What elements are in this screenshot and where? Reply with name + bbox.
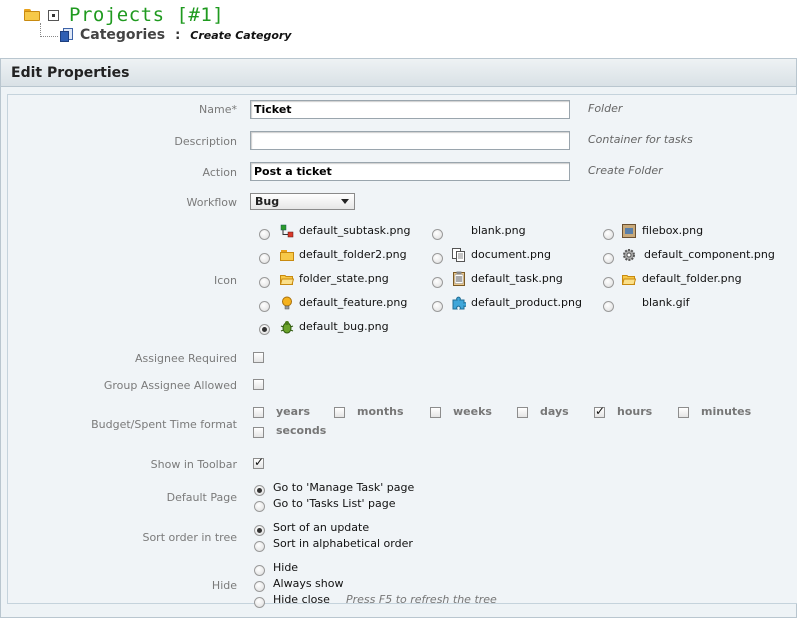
seconds-label: seconds	[276, 424, 327, 437]
icon-option-name: default_product.png	[471, 296, 582, 309]
hide-radio[interactable]	[254, 565, 265, 576]
budget-format-label: Budget/Spent Time format	[91, 418, 237, 431]
clipboard-icon	[452, 271, 466, 286]
open-folder-icon	[621, 272, 637, 286]
weeks-checkbox[interactable]	[430, 407, 441, 418]
seconds-checkbox[interactable]	[253, 427, 264, 438]
icon-label: Icon	[214, 274, 237, 287]
name-input[interactable]	[250, 100, 570, 119]
icon-option-name: filebox.png	[642, 224, 704, 237]
hide-label: Hide	[211, 579, 237, 592]
icon-option-name: blank.gif	[642, 296, 690, 309]
panel-title: Edit Properties	[1, 59, 796, 87]
action-label: Action	[202, 166, 237, 179]
folder-icon	[24, 9, 40, 21]
sort-by-update-radio[interactable]	[254, 525, 265, 536]
icon-radio-default-folder2[interactable]	[259, 253, 270, 264]
assignee-required-checkbox[interactable]	[253, 352, 264, 363]
icon-option-name: default_folder.png	[642, 272, 742, 285]
icon-radio-document[interactable]	[432, 253, 443, 264]
name-label: Name*	[199, 103, 237, 116]
years-label: years	[276, 405, 311, 418]
name-hint: Folder	[588, 102, 623, 115]
categories-icon	[60, 28, 74, 42]
minutes-label: minutes	[701, 405, 752, 418]
icon-option-name: default_task.png	[471, 272, 563, 285]
bug-icon	[280, 320, 294, 334]
default-page-option: Go to 'Tasks List' page	[273, 497, 396, 510]
months-label: months	[357, 405, 404, 418]
hours-checkbox[interactable]	[594, 404, 605, 418]
months-checkbox[interactable]	[334, 407, 345, 418]
days-checkbox[interactable]	[517, 407, 528, 418]
default-page-option: Go to 'Manage Task' page	[273, 481, 415, 494]
document-icon	[452, 248, 466, 262]
show-in-toolbar-label: Show in Toolbar	[150, 458, 237, 471]
action-input[interactable]	[250, 162, 570, 181]
hide-option: Hide	[273, 561, 299, 574]
workflow-selected-value: Bug	[255, 195, 280, 208]
group-assignee-allowed-checkbox[interactable]	[253, 379, 264, 390]
icon-option-name: default_folder2.png	[299, 248, 407, 261]
dropdown-arrow-icon	[341, 199, 349, 204]
default-page-label: Default Page	[166, 491, 237, 504]
lightbulb-icon	[280, 296, 294, 310]
icon-radio-default-folder[interactable]	[603, 277, 614, 288]
icon-option-name: default_subtask.png	[299, 224, 411, 237]
icon-option-name: folder_state.png	[299, 272, 389, 285]
description-hint: Container for tasks	[588, 133, 693, 146]
minutes-checkbox[interactable]	[678, 407, 689, 418]
icon-radio-blank-gif[interactable]	[603, 301, 614, 312]
project-title-link[interactable]: Projects [#1]	[69, 4, 224, 26]
icon-radio-default-task[interactable]	[432, 277, 443, 288]
tree-connector	[40, 23, 58, 37]
icon-option-name: default_bug.png	[299, 320, 389, 333]
icon-radio-default-bug[interactable]	[259, 324, 270, 335]
icon-radio-default-feature[interactable]	[259, 301, 270, 312]
default-page-manage-task-radio[interactable]	[254, 485, 265, 496]
icon-radio-folder-state[interactable]	[259, 277, 270, 288]
icon-option-name: blank.png	[471, 224, 526, 237]
open-folder-icon	[279, 272, 295, 286]
group-assignee-allowed-label: Group Assignee Allowed	[103, 379, 237, 392]
workflow-label: Workflow	[186, 196, 237, 209]
default-page-tasks-list-radio[interactable]	[254, 501, 265, 512]
weeks-label: weeks	[453, 405, 492, 418]
categories-link[interactable]: Categories	[80, 27, 165, 43]
tree-expander-icon[interactable]	[48, 9, 59, 21]
icon-radio-blank-png[interactable]	[432, 229, 443, 240]
description-input[interactable]	[250, 131, 570, 150]
icon-radio-default-subtask[interactable]	[259, 229, 270, 240]
icon-option-name: document.png	[471, 248, 551, 261]
icon-option-name: default_component.png	[644, 248, 775, 261]
action-hint: Create Folder	[588, 164, 663, 177]
subtask-icon	[280, 224, 294, 238]
hours-label: hours	[617, 405, 653, 418]
folder-icon	[280, 248, 294, 262]
days-label: days	[540, 405, 569, 418]
workflow-select[interactable]: Bug	[250, 193, 355, 210]
show-in-toolbar-checkbox[interactable]	[253, 455, 264, 469]
puzzle-icon	[452, 296, 468, 310]
sort-order-option: Sort of an update	[273, 521, 370, 534]
icon-radio-filebox[interactable]	[603, 229, 614, 240]
gear-icon	[622, 248, 636, 262]
filebox-icon	[622, 224, 636, 238]
breadcrumb-separator: :	[175, 27, 181, 43]
years-checkbox[interactable]	[253, 407, 264, 418]
description-label: Description	[174, 135, 237, 148]
sort-order-label: Sort order in tree	[142, 531, 237, 544]
current-action: Create Category	[190, 28, 292, 42]
assignee-required-label: Assignee Required	[135, 352, 237, 365]
sort-order-option: Sort in alphabetical order	[273, 537, 413, 550]
hide-option: Always show	[273, 577, 344, 590]
sort-alphabetical-radio[interactable]	[254, 541, 265, 552]
icon-radio-default-product[interactable]	[432, 301, 443, 312]
category-breadcrumb: Categories : Create Category	[40, 23, 292, 46]
icon-option-name: default_feature.png	[299, 296, 408, 309]
hide-close-radio[interactable]	[254, 597, 265, 608]
always-show-radio[interactable]	[254, 581, 265, 592]
icon-radio-default-component[interactable]	[603, 253, 614, 264]
